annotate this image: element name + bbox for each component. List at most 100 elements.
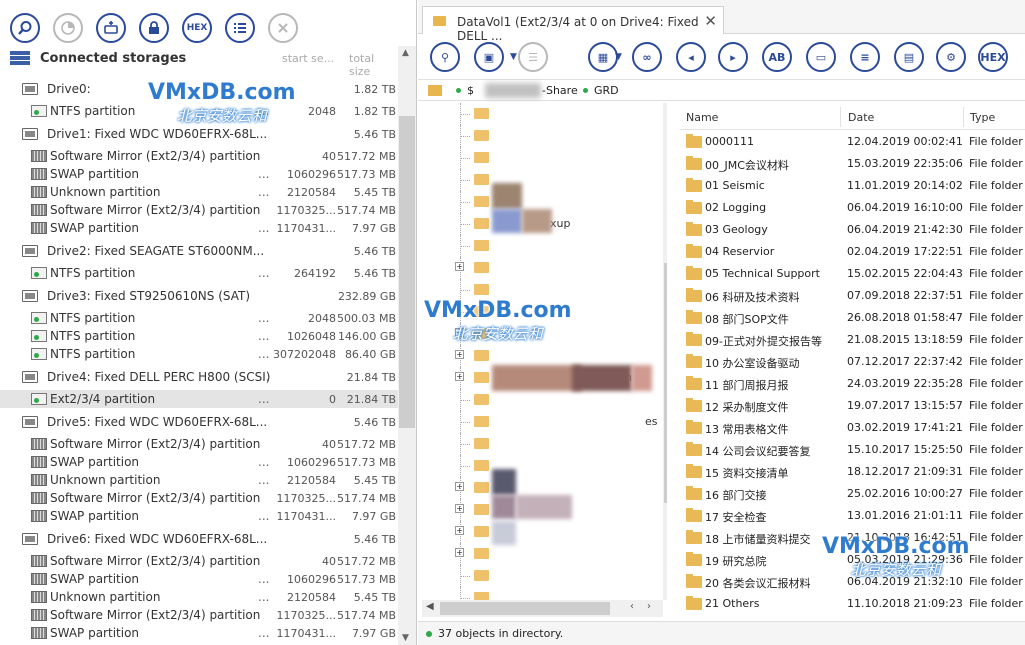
col-divider[interactable] [963,107,964,127]
partition-row[interactable]: NTFS partition... 2048 500.03 MB [0,309,398,327]
partition-row[interactable]: Unknown partition... 2120584 5.45 TB [0,471,398,489]
tree-node[interactable] [422,455,662,477]
preview-button[interactable]: ▭ [806,42,836,72]
tree-node[interactable] [422,389,662,411]
tree-node[interactable] [422,565,662,587]
col-date[interactable]: Date [848,111,874,124]
expand-icon[interactable]: + [455,372,464,381]
tree-node[interactable] [422,587,662,600]
tree-node[interactable] [422,235,662,257]
partition-row[interactable]: NTFS partition... 2048 1.82 TB [0,102,398,120]
scroll-left-arrow-2[interactable]: ‹ [630,601,634,612]
partition-row[interactable]: Unknown partition... 2120584 5.45 TB [0,183,398,201]
tree-node[interactable] [422,301,662,323]
expand-icon[interactable]: + [455,548,464,557]
binoculars-button[interactable]: ∞ [632,42,662,72]
file-row[interactable]: 21 Others 11.10.2018 21:09:23 File folder [680,592,1025,614]
file-row[interactable]: 17 安全检查 13.01.2016 21:01:11 File folder [680,504,1025,526]
tree-vscrollbar[interactable] [663,103,667,600]
save-dropdown-icon[interactable]: ▼ [510,52,517,62]
tree-node[interactable] [422,103,662,125]
expand-icon[interactable]: + [455,526,464,535]
col-name[interactable]: Name [686,111,718,124]
file-row[interactable]: 10 办公室设备驱动 07.12.2017 22:37:42 File folder [680,350,1025,372]
scroll-up-arrow[interactable]: ▲ [402,48,409,58]
view-dropdown-icon[interactable]: ▼ [615,52,622,62]
properties-button[interactable]: ≡ [850,42,880,72]
expand-icon[interactable]: + [455,504,464,513]
col-divider[interactable] [840,107,841,127]
tree-node[interactable]: + [422,345,662,367]
partition-row[interactable]: Software Mirror (Ext2/3/4) partition 1170… [0,201,398,219]
file-row[interactable]: 16 部门交接 25.02.2016 10:00:27 File folder [680,482,1025,504]
file-row[interactable]: 11 部门周报月报 24.03.2019 22:35:28 File folder [680,372,1025,394]
file-row[interactable]: 03 Geology 06.04.2019 21:42:30 File folder [680,218,1025,240]
lock-button[interactable] [139,13,169,43]
tree-node[interactable] [422,125,662,147]
file-row[interactable]: 08 部门SOP文件 26.08.2018 01:58:47 File folder [680,306,1025,328]
partition-row[interactable]: NTFS partition... 264192 5.46 TB [0,264,398,282]
list-button[interactable] [225,13,255,43]
file-row[interactable]: 0000111 12.04.2019 00:02:41 File folder [680,130,1025,152]
drive-row[interactable]: Drive6: Fixed WDC WD60EFRX-68L... 5.46 TB [0,530,398,548]
tree-node[interactable] [422,147,662,169]
file-row[interactable]: 14 公司会议纪要答复 15.10.2017 15:25:50 File folde… [680,438,1025,460]
view-mode-button[interactable]: ▦ [588,42,618,72]
file-row[interactable]: 09-正式对外提交报告等 21.08.2015 13:18:59 File fold… [680,328,1025,350]
tree-node[interactable]: + [422,323,662,345]
tab-datavol1[interactable]: DataVol1 (Ext2/3/4 at 0 on Drive4: Fixed… [422,6,724,43]
file-row[interactable]: 01 Seismic 11.01.2019 20:14:02 File folder [680,174,1025,196]
expand-icon[interactable]: + [455,350,464,359]
partition-row[interactable]: Software Mirror (Ext2/3/4) partition 40 51… [0,552,398,570]
save-button[interactable]: ▣ [474,42,504,72]
file-row[interactable]: 04 Reservior 02.04.2019 17:22:51 File fold… [680,240,1025,262]
partition-row[interactable]: SWAP partition... 1170431... 7.97 GB [0,219,398,237]
partition-row[interactable]: SWAP partition... 1170431... 7.97 GB [0,624,398,642]
file-row[interactable]: 12 采办制度文件 19.07.2017 13:15:57 File folder [680,394,1025,416]
scroll-left-arrow[interactable]: ◀ [426,601,434,612]
file-row[interactable]: 13 常用表格文件 03.02.2019 17:41:21 File folder [680,416,1025,438]
drive-row[interactable]: Drive1: Fixed WDC WD60EFRX-68L... 5.46 TB [0,125,398,143]
file-row[interactable]: 00_JMC会议材料 15.03.2019 22:35:06 File folder [680,152,1025,174]
file-info-button[interactable]: ▤ [894,42,924,72]
tab-close-icon[interactable]: ✕ [704,12,717,30]
tree-vscroll-thumb[interactable] [664,263,667,503]
path-root[interactable]: $ [467,84,474,97]
scroll-right-arrow[interactable]: › [647,601,651,612]
col-type[interactable]: Type [970,111,995,124]
file-row[interactable]: 15 资料交接清单 18.12.2017 21:09:31 File folder [680,460,1025,482]
partition-row[interactable]: NTFS partition... 307202048 86.40 GB [0,345,398,363]
tree-hscroll-thumb[interactable] [440,602,610,615]
drive-add-button[interactable] [96,13,126,43]
file-row[interactable]: 05 Technical Support 15.02.2015 22:04:43 F… [680,262,1025,284]
file-row[interactable]: 06 科研及技术资料 07.09.2018 22:37:51 File folder [680,284,1025,306]
tree-node[interactable]: + [422,543,662,565]
tree-node[interactable]: es [422,411,662,433]
expand-icon[interactable]: + [455,262,464,271]
drive-row[interactable]: Drive3: Fixed ST9250610NS (SAT) 232.89 GB [0,287,398,305]
hex-button[interactable]: HEX [182,13,212,43]
col-start-sector[interactable]: start se... [282,52,334,65]
partition-row[interactable]: SWAP partition... 1060296 517.73 MB [0,165,398,183]
partition-row[interactable]: SWAP partition... 1060296 517.73 MB [0,453,398,471]
expand-icon[interactable]: + [455,482,464,491]
next-button[interactable]: ▸ [718,42,748,72]
tree-node[interactable] [422,433,662,455]
tree-hscrollbar[interactable]: ◀ ‹ › [422,600,663,617]
partition-row[interactable]: Software Mirror (Ext2/3/4) partition 1170… [0,489,398,507]
partition-row[interactable]: Software Mirror (Ext2/3/4) partition 1170… [0,606,398,624]
partition-row[interactable]: Unknown partition... 2120584 5.45 TB [0,588,398,606]
file-row[interactable]: 19 研究总院 05.03.2019 21:29:36 File folder [680,548,1025,570]
storage-scroll-thumb[interactable] [399,116,415,428]
partition-row[interactable]: Ext2/3/4 partition... 0 21.84 TB [0,390,398,408]
hex-button[interactable]: HEX [978,42,1008,72]
close-button[interactable] [268,13,298,43]
file-settings-button[interactable]: ⚙ [936,42,966,72]
drive-row[interactable]: Drive4: Fixed DELL PERC H800 (SCSI)... 21… [0,368,398,386]
case-button[interactable]: AB [762,42,792,72]
search-button[interactable]: ⚲ [430,42,460,72]
partition-row[interactable]: Software Mirror (Ext2/3/4) partition 40 51… [0,435,398,453]
tree-node[interactable]: + [422,257,662,279]
file-row[interactable]: 20 各类会议汇报材料 06.04.2019 21:32:10 File folde… [680,570,1025,592]
partition-row[interactable]: SWAP partition... 1060296 517.73 MB [0,570,398,588]
